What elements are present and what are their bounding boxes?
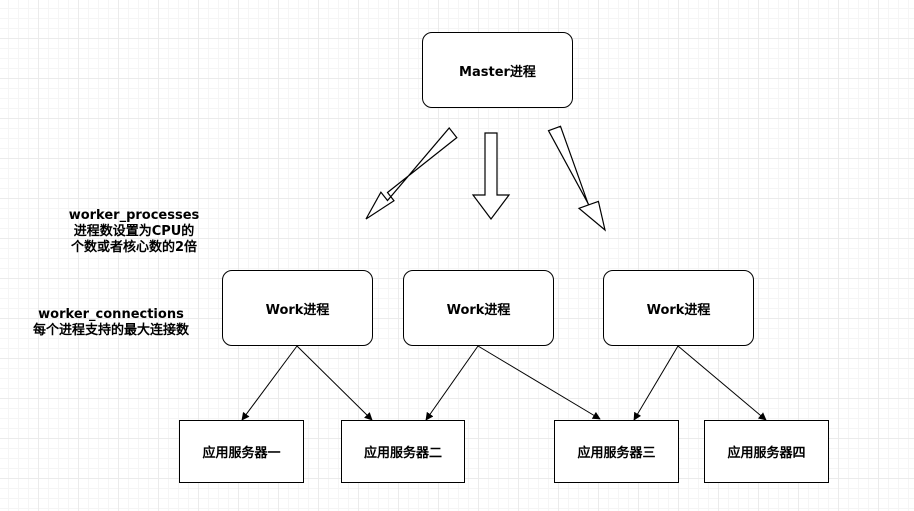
connector-w1-s2 <box>296 345 373 421</box>
worker-process-label: Work进程 <box>446 302 511 318</box>
note-line: 每个进程支持的最大连接数 <box>32 323 189 338</box>
note-line: 进程数设置为CPU的 <box>73 224 195 239</box>
master-process-node[interactable]: Master进程 <box>422 32 573 108</box>
connector-w2-s3 <box>477 345 601 420</box>
connector-w3-s4 <box>677 345 767 421</box>
app-server-label: 应用服务器一 <box>202 446 281 461</box>
connector-w3-s3 <box>633 345 679 421</box>
connector-w1-s1 <box>241 345 298 421</box>
note-line: 个数或者核心数的2倍 <box>70 240 198 255</box>
block-arrow-right <box>547 125 606 232</box>
app-server-node-3[interactable]: 应用服务器三 <box>554 420 679 483</box>
worker-processes-note: worker_processes 进程数设置为CPU的 个数或者核心数的2倍 <box>44 208 224 256</box>
master-process-label: Master进程 <box>459 64 536 80</box>
worker-process-label: Work进程 <box>646 302 711 318</box>
note-line: worker_processes <box>68 208 200 223</box>
worker-process-node-2[interactable]: Work进程 <box>403 270 554 346</box>
worker-process-label: Work进程 <box>265 302 330 318</box>
app-server-label: 应用服务器三 <box>577 446 656 461</box>
block-arrow-center <box>471 132 511 220</box>
block-arrow-left <box>365 127 458 220</box>
worker-process-node-1[interactable]: Work进程 <box>222 270 373 346</box>
app-server-label: 应用服务器二 <box>363 446 442 461</box>
app-server-label: 应用服务器四 <box>727 446 806 461</box>
worker-process-node-3[interactable]: Work进程 <box>603 270 754 346</box>
app-server-node-1[interactable]: 应用服务器一 <box>179 420 304 483</box>
note-line: worker_connections <box>38 307 184 322</box>
connector-w2-s2 <box>425 345 479 421</box>
app-server-node-2[interactable]: 应用服务器二 <box>341 420 465 483</box>
app-server-node-4[interactable]: 应用服务器四 <box>704 420 829 483</box>
worker-connections-note: worker_connections 每个进程支持的最大连接数 <box>10 307 212 339</box>
